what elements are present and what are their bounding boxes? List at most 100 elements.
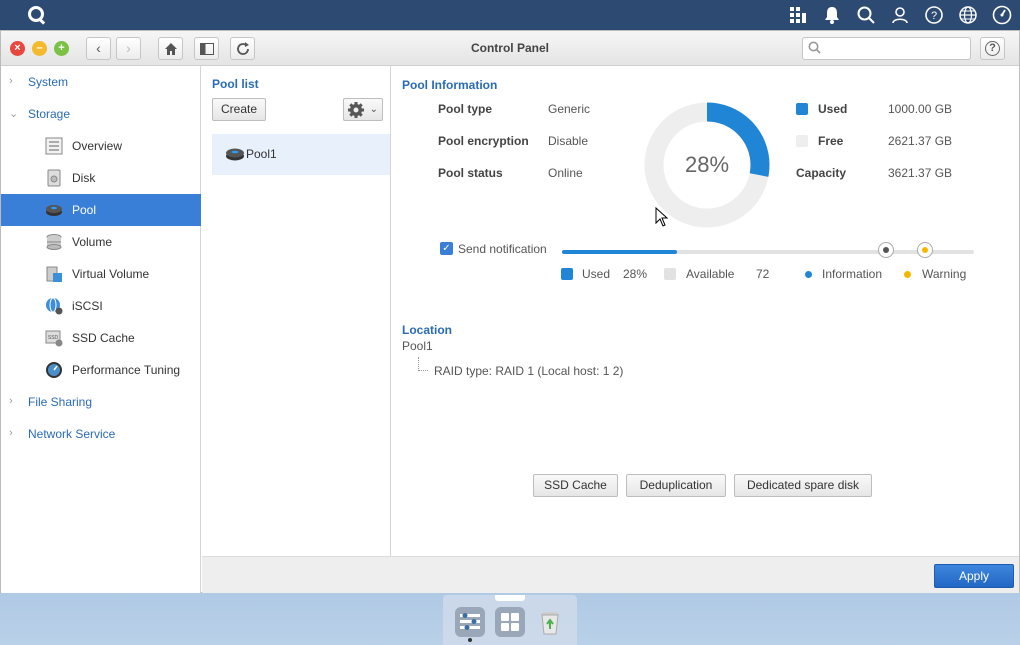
pool-icon bbox=[226, 148, 244, 161]
apps-icon[interactable] bbox=[786, 4, 810, 26]
dock-indicator bbox=[495, 595, 525, 601]
sidebar-item-label: Disk bbox=[72, 171, 96, 185]
available-legend-value: 72 bbox=[756, 267, 770, 281]
deduplication-button[interactable]: Deduplication bbox=[626, 474, 726, 497]
sidebar-item-iscsi[interactable]: iSCSI bbox=[1, 290, 201, 322]
sidebar-item-performance-tuning[interactable]: Performance Tuning bbox=[1, 354, 201, 386]
pool-encryption-value: Disable bbox=[548, 134, 589, 148]
iscsi-icon bbox=[46, 297, 63, 315]
information-dot bbox=[805, 271, 812, 278]
information-threshold-handle[interactable] bbox=[878, 242, 894, 258]
sidebar-item-label: SSD Cache bbox=[72, 331, 135, 345]
performance-gauge-icon bbox=[46, 362, 62, 378]
free-swatch bbox=[796, 135, 808, 147]
warning-dot bbox=[904, 271, 911, 278]
pool-info-panel: Pool Information Pool type Generic Pool … bbox=[392, 66, 1019, 556]
gear-icon bbox=[348, 102, 364, 118]
sidebar-group-network-service[interactable]: › Network Service bbox=[1, 418, 201, 450]
information-legend-label: Information bbox=[822, 267, 883, 281]
send-notification-checkbox[interactable]: ✓ bbox=[440, 242, 453, 255]
disk-icon bbox=[47, 169, 61, 187]
threshold-used-fill bbox=[562, 250, 678, 254]
search-field[interactable] bbox=[802, 37, 971, 60]
help-icon: ? bbox=[985, 41, 1000, 56]
sidebar-item-virtual-volume[interactable]: Virtual Volume bbox=[1, 258, 201, 290]
bell-icon[interactable] bbox=[820, 4, 844, 26]
pool-encryption-label: Pool encryption bbox=[438, 134, 529, 148]
svg-text:SSD: SSD bbox=[48, 335, 59, 341]
free-label: Free bbox=[818, 134, 844, 148]
tree-connector bbox=[418, 357, 428, 371]
chevron-down-icon: ⌄ bbox=[9, 108, 19, 120]
warning-legend-label: Warning bbox=[922, 267, 967, 281]
footer-bar: Apply bbox=[202, 556, 1019, 593]
sidebar-group-label: Storage bbox=[28, 107, 71, 121]
threshold-slider-track[interactable] bbox=[562, 250, 974, 254]
pool-list-panel: Pool list Create ⌄ Pool1 bbox=[202, 66, 391, 556]
used-legend-label: Used bbox=[582, 267, 611, 281]
chevron-down-icon: ⌄ bbox=[369, 104, 378, 115]
sidebar-item-label: Overview bbox=[72, 139, 123, 153]
usage-percent-text: 28% bbox=[685, 152, 729, 177]
sidebar-item-ssd-cache[interactable]: SSD SSD Cache bbox=[1, 322, 201, 354]
pool-info-title: Pool Information bbox=[402, 78, 498, 92]
chevron-right-icon: › bbox=[9, 427, 13, 439]
sidebar-group-system[interactable]: › System bbox=[1, 66, 201, 98]
control-panel-dock-icon[interactable] bbox=[455, 607, 485, 637]
location-title: Location bbox=[402, 323, 452, 337]
help-button[interactable]: ? bbox=[980, 37, 1005, 60]
mouse-cursor-icon bbox=[655, 207, 669, 227]
sidebar-item-label: Performance Tuning bbox=[72, 363, 181, 377]
pool-status-label: Pool status bbox=[438, 166, 503, 180]
sidebar-item-pool[interactable]: Pool bbox=[1, 194, 201, 226]
virtual-volume-icon bbox=[46, 266, 62, 282]
apply-button[interactable]: Apply bbox=[934, 564, 1014, 588]
used-legend-swatch bbox=[561, 268, 573, 280]
control-panel-window: × – + ‹ › Control Panel ? › System ⌄ Sto… bbox=[0, 30, 1020, 593]
sidebar-item-label: Volume bbox=[72, 235, 113, 249]
search-icon[interactable] bbox=[854, 4, 878, 26]
pool-icon bbox=[46, 205, 62, 216]
pool-status-value: Online bbox=[548, 166, 583, 180]
ssd-cache-icon: SSD bbox=[45, 330, 63, 347]
sidebar-item-label: Virtual Volume bbox=[72, 267, 150, 281]
pool-settings-button[interactable]: ⌄ bbox=[343, 98, 383, 121]
sidebar-item-volume[interactable]: Volume bbox=[1, 226, 201, 258]
sidebar-item-disk[interactable]: Disk bbox=[1, 162, 201, 194]
warning-threshold-handle[interactable] bbox=[917, 242, 933, 258]
globe-icon[interactable] bbox=[956, 4, 980, 26]
pool-type-value: Generic bbox=[548, 102, 591, 116]
knob-dot bbox=[883, 247, 889, 253]
sidebar-group-label: File Sharing bbox=[28, 395, 93, 409]
used-swatch bbox=[796, 103, 808, 115]
available-legend-label: Available bbox=[686, 267, 735, 281]
top-bar-icons: ? bbox=[786, 4, 1014, 26]
ssd-cache-button[interactable]: SSD Cache bbox=[533, 474, 618, 497]
pool-list-title: Pool list bbox=[212, 77, 259, 91]
search-icon bbox=[808, 41, 821, 57]
sidebar: › System ⌄ Storage Overview Disk Pool Vo… bbox=[1, 66, 201, 593]
pool-list-item[interactable]: Pool1 bbox=[212, 134, 390, 175]
user-icon[interactable] bbox=[888, 4, 912, 26]
dedicated-spare-disk-button[interactable]: Dedicated spare disk bbox=[734, 474, 872, 497]
app-logo-icon[interactable] bbox=[28, 6, 44, 22]
sidebar-item-overview[interactable]: Overview bbox=[1, 130, 201, 162]
sidebar-item-label: Pool bbox=[72, 203, 97, 217]
top-bar: ? bbox=[0, 0, 1020, 30]
available-legend-swatch bbox=[664, 268, 676, 280]
recycle-bin-dock-icon[interactable] bbox=[535, 607, 565, 637]
used-legend-value: 28% bbox=[623, 267, 648, 281]
pool-type-label: Pool type bbox=[438, 102, 493, 116]
sidebar-group-storage[interactable]: ⌄ Storage bbox=[1, 98, 201, 130]
sidebar-group-file-sharing[interactable]: › File Sharing bbox=[1, 386, 201, 418]
create-pool-button[interactable]: Create bbox=[212, 98, 266, 121]
volume-icon bbox=[46, 234, 62, 250]
sidebar-group-label: Network Service bbox=[28, 427, 116, 441]
chevron-right-icon: › bbox=[9, 75, 13, 87]
location-pool-name: Pool1 bbox=[402, 339, 433, 353]
gauge-icon[interactable] bbox=[990, 4, 1014, 26]
capacity-value: 3621.37 GB bbox=[888, 166, 953, 180]
help-icon[interactable]: ? bbox=[922, 4, 946, 26]
overview-icon bbox=[45, 137, 63, 155]
app-grid-dock-icon[interactable] bbox=[495, 607, 525, 637]
